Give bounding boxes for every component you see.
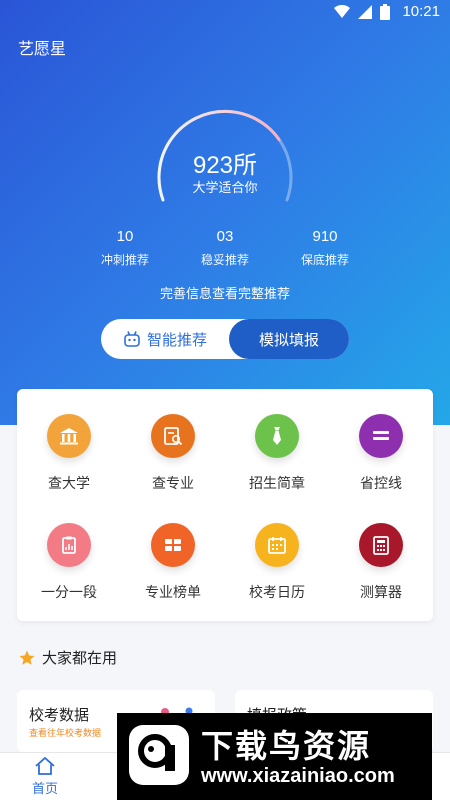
section-title-text: 大家都在用	[42, 649, 118, 667]
tab-label: 模拟填报	[258, 330, 319, 349]
hero-header	[0, 0, 450, 425]
feature-title: 校考数据	[29, 706, 90, 724]
watermark-text: 下载鸟资源	[201, 727, 372, 765]
school-count: 923所	[192, 152, 258, 179]
stat-label: 稳妥推荐	[200, 253, 249, 267]
grid-icon-bg	[255, 414, 299, 458]
status-time: 10:21	[402, 3, 440, 20]
grid-item-major-ranking[interactable]: 专业榜单	[121, 523, 225, 613]
grid-item-admission-brochure[interactable]: 招生简章	[225, 414, 329, 504]
battery-icon	[380, 4, 390, 20]
stat-safe[interactable]: 910 保底推荐	[280, 228, 370, 268]
stat-label: 保底推荐	[300, 253, 349, 267]
grid-icon-bg	[359, 523, 403, 567]
robot-icon	[124, 331, 140, 347]
grid-label: 校考日历	[249, 585, 305, 601]
tie-icon	[273, 427, 281, 445]
star-icon	[19, 650, 35, 665]
grid-label: 一分一段	[41, 585, 97, 601]
grid-icon-bg	[255, 523, 299, 567]
tab-smart-recommend[interactable]: 智能推荐	[101, 319, 229, 359]
grid-item-score-segment[interactable]: 一分一段	[17, 523, 121, 613]
status-bar: 10:21	[0, 0, 450, 24]
feature-subtitle: 查看往年校考数据	[29, 729, 102, 739]
school-count-caption: 大学适合你	[192, 181, 258, 196]
tab-label: 智能推荐	[146, 330, 207, 349]
stat-stable[interactable]: 03 稳妥推荐	[180, 228, 270, 268]
app-title: 艺愿星	[18, 39, 67, 58]
ranking-icon	[165, 539, 181, 551]
stat-value: 03	[216, 228, 234, 245]
watermark-banner: 下载鸟资源 www.xiazainiao.com	[117, 713, 432, 800]
grid-label: 测算器	[360, 585, 402, 601]
grid-icon-bg	[151, 523, 195, 567]
grid-item-province-line[interactable]: 省控线	[329, 414, 433, 504]
stat-value: 910	[312, 228, 338, 245]
calendar-icon	[268, 537, 286, 554]
grid-item-university[interactable]: 查大学	[17, 414, 121, 504]
watermark-url: www.xiazainiao.com	[201, 765, 395, 787]
recommend-mode-toggle: 智能推荐 模拟填报	[101, 319, 349, 359]
nav-item-home[interactable]: 首页	[0, 753, 90, 800]
stat-value: 10	[116, 228, 134, 245]
grid-icon-bg	[47, 414, 91, 458]
grid-icon-bg	[359, 414, 403, 458]
status-icons	[334, 4, 390, 20]
signal-icon	[358, 5, 372, 19]
watermark-logo	[129, 725, 189, 785]
tools-grid: 查大学 查专业 招生简章 省控线 一分一段 专业榜单 校考日历 测算器	[17, 389, 433, 621]
bird-logo-icon	[138, 734, 175, 771]
grid-label: 专业榜单	[145, 585, 201, 601]
grid-item-exam-calendar[interactable]: 校考日历	[225, 523, 329, 613]
university-icon	[60, 428, 78, 445]
home-icon	[35, 756, 55, 775]
stat-label: 冲刺推荐	[100, 253, 149, 267]
popular-section-title: 大家都在用	[18, 647, 117, 668]
grid-label: 省控线	[360, 476, 402, 492]
nav-label: 首页	[31, 782, 58, 797]
complete-info-link[interactable]: 完善信息查看完整推荐	[0, 283, 450, 302]
grid-icon-bg	[151, 414, 195, 458]
major-search-icon	[164, 427, 183, 446]
stat-sprint[interactable]: 10 冲刺推荐	[80, 228, 170, 268]
grid-label: 查大学	[48, 476, 90, 492]
grid-item-calculator[interactable]: 测算器	[329, 523, 433, 613]
list-icon	[373, 431, 389, 440]
grid-item-major[interactable]: 查专业	[121, 414, 225, 504]
grid-label: 招生简章	[249, 476, 305, 492]
grid-icon-bg	[47, 523, 91, 567]
calculator-icon	[373, 536, 389, 555]
tab-simulate-fill[interactable]: 模拟填报	[229, 319, 349, 359]
wifi-icon	[334, 5, 350, 18]
clipboard-icon	[62, 536, 76, 554]
grid-label: 查专业	[152, 476, 194, 492]
